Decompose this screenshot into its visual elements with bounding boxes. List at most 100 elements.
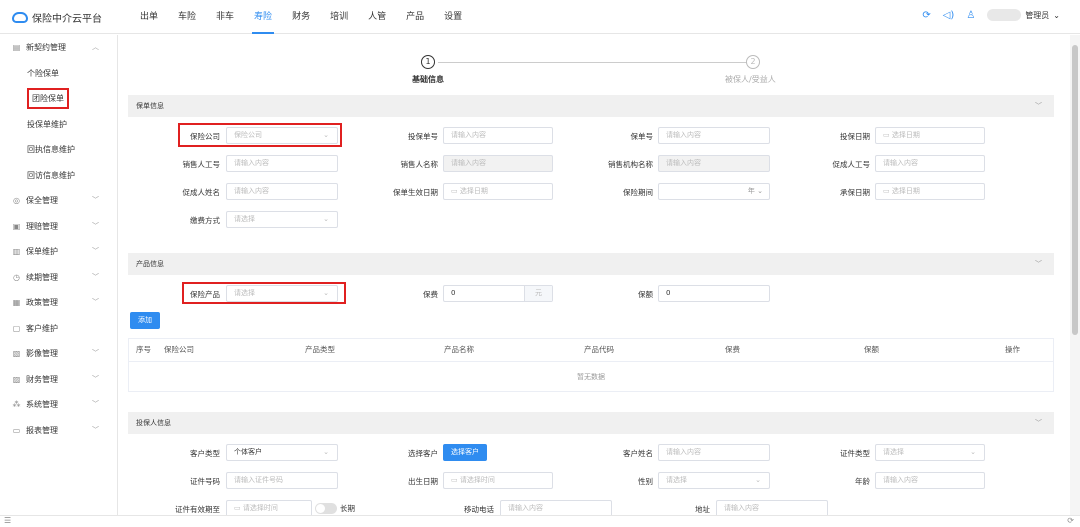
sidebar-group-policy-maintenance[interactable]: ▥ 保单维护 ﹀ (0, 239, 117, 265)
nav-item[interactable]: 车险 (168, 0, 206, 34)
sidebar-group-image[interactable]: ▧ 影像管理 ﹀ (0, 341, 117, 367)
id-no-input[interactable]: 请输入证件号码 (226, 472, 338, 489)
promoter-id-input[interactable]: 请输入内容 (875, 155, 985, 172)
refresh-icon[interactable]: ⟳ (1067, 516, 1074, 525)
app-logo[interactable]: 保险中介云平台 (12, 10, 102, 25)
user-menu[interactable]: 管理员 ⌄ (987, 9, 1060, 21)
chevron-down-icon: ﹀ (92, 247, 99, 255)
sidebar-group-renewal[interactable]: ◷ 续期管理 ﹀ (0, 265, 117, 291)
chevron-down-icon: ﹀ (92, 298, 99, 306)
nav-item[interactable]: 出单 (130, 0, 168, 34)
table-empty-state: 暂无数据 (128, 362, 1054, 392)
nav-item[interactable]: 财务 (282, 0, 320, 34)
main-scrollbar[interactable] (1070, 35, 1080, 515)
period-input[interactable]: 年 ⌄ (658, 183, 770, 200)
sidebar-item-group-policy[interactable]: 团险保单 (0, 86, 117, 112)
sidebar-item-individual-policy[interactable]: 个险保单 (0, 61, 117, 87)
chevron-down-icon: ﹀ (92, 425, 99, 434)
address-input[interactable]: 请输入内容 (716, 500, 828, 515)
birth-date-picker[interactable]: ▭ 请选择时间 (443, 472, 553, 489)
label-id-type: 证件类型 (840, 449, 870, 458)
sidebar-item-application-maintenance[interactable]: 投保单维护 (0, 112, 117, 138)
nav-item[interactable]: 非车 (206, 0, 244, 34)
id-valid-date-picker[interactable]: ▭ 请选择时间 (226, 500, 312, 515)
bottom-bar: ☰ ⟳ (0, 515, 1080, 527)
id-type-select[interactable]: 请选择 ⌄ (875, 444, 985, 461)
chevron-down-icon: ﹀ (92, 196, 99, 204)
sidebar-item-receipt-maintenance[interactable]: 回执信息维护 (0, 137, 117, 163)
age-input[interactable]: 请输入内容 (875, 472, 985, 489)
select-customer-button[interactable]: 选择客户 (443, 444, 487, 461)
policy-no-input[interactable]: 请输入内容 (658, 127, 770, 144)
report-icon: ▭ (12, 425, 21, 435)
sidebar-item-visit-maintenance[interactable]: 回访信息维护 (0, 163, 117, 189)
chevron-down-icon: ﹀ (92, 400, 99, 408)
pay-method-select[interactable]: 请选择 ⌄ (226, 211, 338, 228)
col-header: 保费 (725, 345, 740, 354)
chevron-down-icon: ⌄ (323, 215, 329, 223)
cust-name-input[interactable]: 请输入内容 (658, 444, 770, 461)
sidebar-group-finance[interactable]: ▨ 财务管理 ﹀ (0, 367, 117, 393)
chevron-down-icon: ⌄ (1053, 10, 1060, 20)
refresh-icon[interactable]: ⟳ (922, 10, 930, 21)
sales-id-input[interactable]: 请输入内容 (226, 155, 338, 172)
sidebar-group-system[interactable]: ⁂ 系统管理 ﹀ (0, 392, 117, 418)
col-header: 保险公司 (164, 345, 194, 354)
add-product-button[interactable]: 添加 (130, 312, 160, 329)
label-id-no: 证件号码 (190, 477, 220, 486)
section-applicant-header[interactable]: 投保人信息 ﹀ (128, 412, 1054, 434)
long-term-toggle[interactable] (315, 503, 337, 514)
label-id-valid: 证件有效期至 (175, 505, 220, 514)
label-amount: 保额 (638, 290, 653, 299)
promoter-name-input[interactable]: 请输入内容 (226, 183, 338, 200)
sidebar-group-claim[interactable]: ▣ 理赔管理 ﹀ (0, 214, 117, 240)
section-product-header[interactable]: 产品信息 ﹀ (128, 253, 1054, 275)
nav-item[interactable]: 人管 (358, 0, 396, 34)
chevron-down-icon: ﹀ (1035, 419, 1042, 427)
cust-type-select[interactable]: 个体客户 ⌄ (226, 444, 338, 461)
section-policy-header[interactable]: 保单信息 ﹀ (128, 95, 1054, 117)
image-icon: ▧ (12, 349, 21, 358)
label-effective-date: 保单生效日期 (393, 188, 438, 197)
user-icon[interactable]: ♙ (966, 10, 975, 21)
calendar-icon: ▭ (451, 476, 460, 484)
label-premium: 保费 (423, 290, 438, 299)
sound-icon[interactable]: ◁) (943, 10, 955, 21)
nav-item-active[interactable]: 寿险 (244, 0, 282, 34)
nav-item[interactable]: 设置 (434, 0, 472, 34)
top-nav: 出单 车险 非车 寿险 财务 培训 人管 产品 设置 (130, 0, 472, 34)
top-right-tools: ⟳ ◁) ♙ 管理员 ⌄ (922, 9, 1060, 21)
gender-select[interactable]: 请选择 ⌄ (658, 472, 770, 489)
accept-date-picker[interactable]: ▭ 选择日期 (875, 183, 985, 200)
sidebar-group-policy-rules[interactable]: ▦ 政策管理 ﹀ (0, 290, 117, 316)
col-header: 保额 (864, 345, 879, 354)
sales-name-input: 请输入内容 (443, 155, 553, 172)
label-cust-type: 客户类型 (190, 449, 220, 458)
amount-input[interactable]: 0 (658, 285, 770, 302)
effective-date-picker[interactable]: ▭ 选择日期 (443, 183, 553, 200)
sidebar-group-contract[interactable]: ▤ 新契约管理 ︿ (0, 35, 117, 61)
premium-input[interactable]: 0元 (443, 285, 553, 302)
sales-org-input: 请输入内容 (658, 155, 770, 172)
mobile-input[interactable]: 请输入内容 (500, 500, 612, 515)
highlight-box-insurer (178, 123, 342, 147)
sidebar-group-report[interactable]: ▭ 报表管理 ﹀ (0, 418, 117, 444)
sidebar-group-preservation[interactable]: ◎ 保全管理 ﹀ (0, 188, 117, 214)
label-accept-date: 承保日期 (840, 188, 870, 197)
label-age: 年龄 (855, 477, 870, 486)
scrollbar-thumb[interactable] (1072, 45, 1078, 335)
menu-icon[interactable]: ☰ (4, 516, 11, 525)
app-no-input[interactable]: 请输入内容 (443, 127, 553, 144)
sidebar-group-customer[interactable]: ▢ 客户维护 (0, 316, 117, 342)
app-date-picker[interactable]: ▭ 选择日期 (875, 127, 985, 144)
product-table-header: 序号 保险公司 产品类型 产品名称 产品代码 保费 保额 操作 (128, 338, 1054, 362)
shield-icon: ◎ (13, 196, 20, 205)
label-sales-name: 销售人名称 (400, 160, 439, 169)
chevron-down-icon: ﹀ (92, 374, 99, 383)
label-sales-id: 销售人工号 (182, 160, 221, 169)
nav-item[interactable]: 培训 (320, 0, 358, 34)
nav-item[interactable]: 产品 (396, 0, 434, 34)
calendar-icon: ▭ (234, 504, 243, 512)
label-app-no: 投保单号 (408, 132, 438, 141)
policy-icon: ▥ (12, 247, 21, 256)
